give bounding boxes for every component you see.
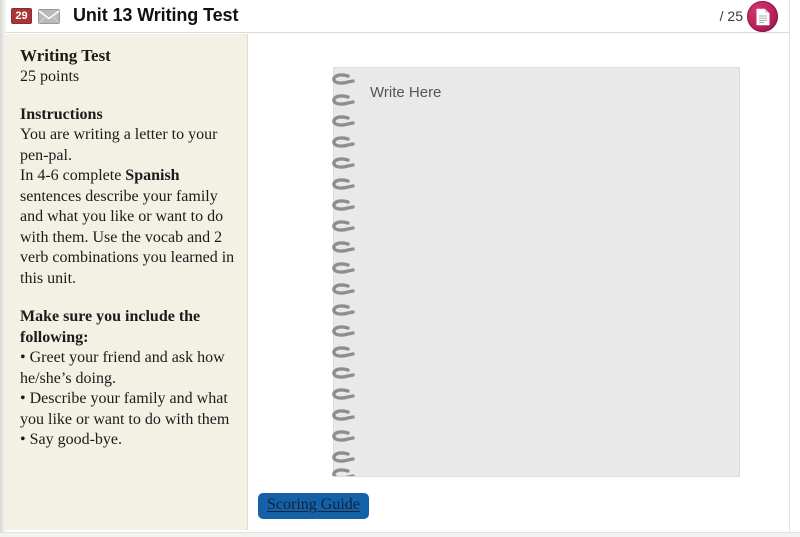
window-bottom-edge — [0, 532, 800, 537]
instructions-line-1: You are writing a letter to your pen-pal… — [20, 126, 218, 164]
include-bullet-2: • Describe your family and what you like… — [20, 390, 230, 428]
score-area: / 25 — [720, 0, 778, 33]
assignment-title: Writing Test — [20, 46, 111, 65]
include-heading: Make sure you include the following: — [20, 308, 201, 346]
instructions-heading: Instructions — [20, 106, 103, 123]
include-bullet-3: • Say good-bye. — [20, 431, 123, 448]
window-right-edge — [789, 0, 800, 537]
page-title: Unit 13 Writing Test — [73, 5, 239, 25]
envelope-icon[interactable] — [38, 9, 60, 24]
instructions-text-post: sentences describe your family and what … — [20, 187, 235, 287]
assignment-points: 25 points — [20, 68, 80, 85]
writing-notepad[interactable]: Write Here — [332, 67, 740, 477]
instructions-text-pre: In 4-6 complete — [20, 167, 126, 184]
notepad-placeholder: Write Here — [370, 84, 442, 101]
include-bullet-1: • Greet your friend and ask how he/she’s… — [20, 349, 225, 387]
scoring-guide-link[interactable]: Scoring Guide — [258, 493, 369, 519]
score-total: / 25 — [719, 8, 743, 24]
notification-badge[interactable]: 29 — [11, 8, 32, 24]
instructions-line-2: In 4-6 complete Spanish sentences descri… — [20, 166, 237, 289]
instructions-bold-spanish: Spanish — [125, 167, 180, 184]
spiral-binding-icon — [332, 73, 355, 476]
main-content: Write Here Scoring Guide — [249, 34, 790, 537]
instructions-sidebar: Writing Test 25 points Instructions You … — [6, 34, 248, 530]
app-header: 29 Unit 13 Writing Test / 25 — [6, 0, 790, 33]
app-window: 29 Unit 13 Writing Test / 25 Writing Tes… — [0, 0, 800, 537]
document-icon[interactable] — [747, 1, 778, 32]
